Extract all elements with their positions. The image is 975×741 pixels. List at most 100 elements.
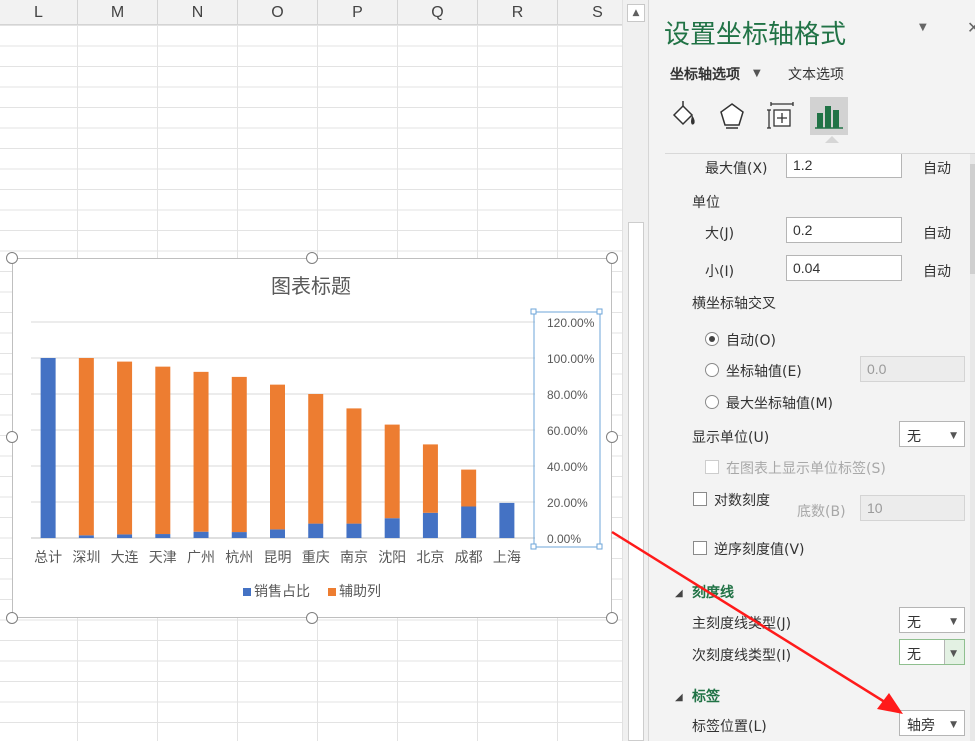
reverse-order-checkbox[interactable] [693, 541, 707, 555]
chart-resize-handle[interactable] [6, 431, 18, 443]
bar-sales[interactable] [308, 523, 324, 538]
bar-helper[interactable] [231, 376, 247, 533]
labels-section[interactable]: 标签 [692, 686, 720, 706]
column-header-m[interactable]: M [78, 0, 158, 25]
bar-helper[interactable] [346, 408, 362, 524]
display-unit-value: 无 [907, 429, 921, 445]
radio-axis-value-label[interactable]: 坐标轴值(E) [726, 361, 802, 381]
display-unit-select[interactable]: 无 ▼ [899, 421, 965, 447]
collapse-triangle-icon[interactable]: ◢ [675, 588, 683, 599]
column-header-p[interactable]: P [318, 0, 398, 25]
bar-helper[interactable] [308, 394, 324, 524]
chevron-down-icon[interactable]: ▼ [753, 68, 761, 79]
chart-title[interactable]: 图表标题 [271, 274, 351, 298]
axis-handle[interactable] [596, 308, 603, 315]
chart-resize-handle[interactable] [6, 612, 18, 624]
chart-resize-handle[interactable] [606, 431, 618, 443]
chart-resize-handle[interactable] [6, 252, 18, 264]
bar-sales[interactable] [193, 531, 209, 538]
collapse-triangle-icon[interactable]: ◢ [675, 692, 683, 703]
show-unit-label-checkbox[interactable] [705, 460, 719, 474]
reverse-order-label: 逆序刻度值(V) [714, 542, 805, 558]
column-header-n[interactable]: N [158, 0, 238, 25]
chart-resize-handle[interactable] [306, 252, 318, 264]
pane-scrollbar[interactable] [970, 154, 975, 741]
tick-marks-section[interactable]: 刻度线 [692, 582, 734, 602]
x-category-label: 成都 [455, 550, 483, 566]
x-category-label: 天津 [149, 550, 177, 566]
minor-unit-input[interactable]: 0.04 [786, 255, 902, 281]
tab-axis-options[interactable]: 坐标轴选项 [670, 64, 740, 84]
bar-helper[interactable] [193, 371, 209, 532]
bar-helper[interactable] [422, 444, 438, 513]
chart-resize-handle[interactable] [606, 252, 618, 264]
chevron-down-icon: ▼ [950, 617, 957, 627]
minor-auto-button[interactable]: 自动 [923, 261, 951, 281]
major-tick-type-select[interactable]: 无 ▼ [899, 607, 965, 633]
bar-helper[interactable] [78, 358, 94, 536]
close-icon[interactable]: ✕ [967, 18, 975, 37]
axis-options-icon[interactable] [810, 97, 848, 135]
legend-label-helper[interactable]: 辅助列 [339, 584, 381, 600]
fill-line-icon[interactable] [667, 97, 705, 135]
max-value-input[interactable]: 1.2 [786, 154, 902, 178]
minor-tick-type-select[interactable]: 无 ▼ [899, 639, 965, 665]
bar-sales[interactable] [155, 534, 171, 538]
label-position-select[interactable]: 轴旁 ▼ [899, 710, 965, 736]
pane-scrollbar-thumb[interactable] [970, 164, 975, 274]
major-unit-input[interactable]: 0.2 [786, 217, 902, 243]
x-category-label: 南京 [340, 550, 368, 566]
column-header-o[interactable]: O [238, 0, 318, 25]
x-category-label: 昆明 [264, 550, 292, 566]
radio-auto-label[interactable]: 自动(O) [726, 330, 776, 350]
max-auto-button[interactable]: 自动 [923, 158, 951, 178]
bar-sales[interactable] [384, 518, 400, 538]
scrollbar-thumb[interactable] [628, 222, 644, 741]
x-category-label: 广州 [187, 550, 215, 566]
bar-sales[interactable] [40, 358, 56, 538]
pane-options-chevron-icon[interactable]: ▼ [919, 22, 927, 33]
radio-auto[interactable] [705, 332, 719, 346]
chart-resize-handle[interactable] [606, 612, 618, 624]
axis-handle[interactable] [530, 308, 537, 315]
legend-label-sales[interactable]: 销售占比 [254, 584, 310, 600]
bar-sales[interactable] [231, 532, 247, 538]
radio-max-axis[interactable] [705, 395, 719, 409]
column-header-q[interactable]: Q [398, 0, 478, 25]
scroll-up-icon[interactable]: ▲ [627, 4, 645, 22]
column-header-s[interactable]: S [558, 0, 622, 25]
effects-icon[interactable] [713, 97, 751, 135]
radio-max-axis-label[interactable]: 最大坐标轴值(M) [726, 393, 833, 413]
bar-sales[interactable] [461, 506, 477, 539]
bar-sales[interactable] [117, 534, 133, 538]
axis-handle[interactable] [596, 543, 603, 550]
bar-helper[interactable] [384, 424, 400, 519]
tab-text-options[interactable]: 文本选项 [788, 64, 844, 84]
chart-object[interactable]: 总计 深圳 大连 天津 广州 杭州 昆明 重庆 南京 沈阳 北京 成都 上海 120.00% 100.00… [12, 258, 612, 618]
bar-sales[interactable] [422, 512, 438, 538]
major-auto-button[interactable]: 自动 [923, 223, 951, 243]
axis-handle[interactable] [530, 543, 537, 550]
size-properties-icon[interactable] [762, 97, 800, 135]
x-category-label: 总计 [34, 550, 62, 566]
spreadsheet: L M N O P Q R S 总计 深圳 大连 天津 广州 杭州 昆明 重庆 南京 沈阳 北京 成都… [0, 0, 622, 741]
bar-helper[interactable] [270, 384, 285, 530]
log-scale-checkbox[interactable] [693, 492, 707, 506]
bar-sales[interactable] [346, 523, 362, 538]
bar-helper[interactable] [461, 469, 477, 507]
x-category-label: 上海 [493, 550, 521, 566]
radio-axis-value[interactable] [705, 363, 719, 377]
column-header-l[interactable]: L [0, 0, 78, 25]
sheet-scrollbar[interactable]: ▲ [622, 0, 648, 741]
y-tick-label: 60.00% [547, 424, 588, 438]
log-base-input[interactable]: 10 [860, 495, 965, 521]
chart-resize-handle[interactable] [306, 612, 318, 624]
bar-sales[interactable] [78, 535, 94, 538]
bar-helper[interactable] [155, 366, 171, 535]
bar-helper[interactable] [117, 361, 133, 535]
bar-sales[interactable] [270, 529, 285, 538]
column-header-r[interactable]: R [478, 0, 558, 25]
bar-sales[interactable] [499, 502, 515, 538]
pane-title: 设置坐标轴格式 [664, 20, 847, 50]
axis-value-input[interactable]: 0.0 [860, 356, 965, 382]
